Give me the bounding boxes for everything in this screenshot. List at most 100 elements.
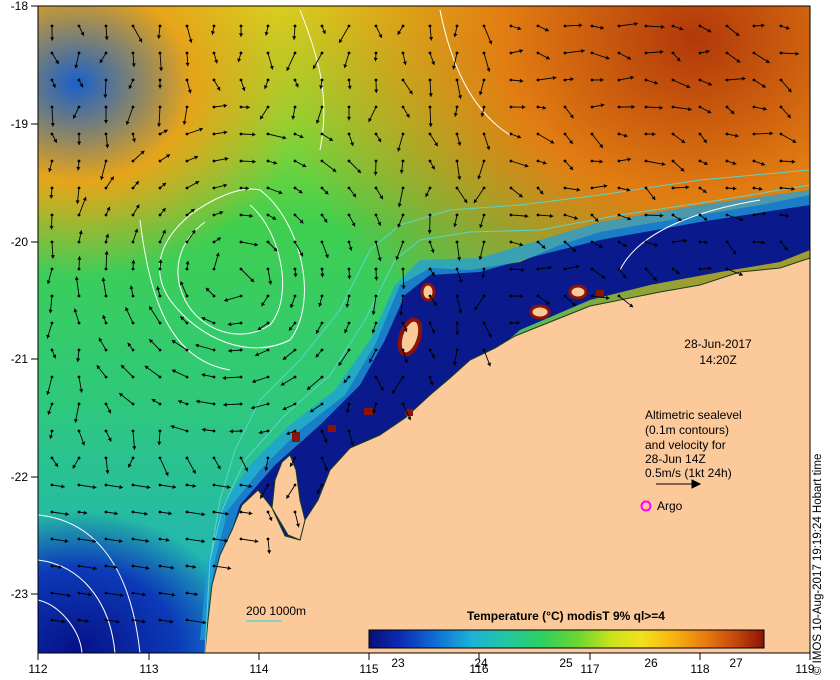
velocity-arrow-base bbox=[428, 78, 432, 82]
velocity-arrow-base bbox=[509, 105, 513, 109]
velocity-arrow-base bbox=[590, 267, 594, 271]
velocity-arrow-base bbox=[131, 402, 135, 406]
velocity-arrow-base bbox=[77, 456, 81, 460]
y-tick-label: -21 bbox=[11, 352, 29, 366]
velocity-arrow-base bbox=[158, 618, 162, 622]
velocity-arrow-base bbox=[50, 294, 54, 298]
date-label: 28-Jun-2017 bbox=[684, 337, 752, 351]
velocity-arrow-base bbox=[563, 186, 567, 190]
velocity-arrow-base bbox=[293, 375, 297, 379]
velocity-arrow-base bbox=[698, 24, 702, 28]
velocity-arrow-base bbox=[509, 321, 513, 325]
velocity-arrow-base bbox=[509, 24, 513, 28]
velocity-arrow-base bbox=[212, 240, 216, 244]
depth-legend: 200 1000m bbox=[246, 604, 306, 618]
velocity-arrow-base bbox=[131, 429, 135, 433]
x-tick-label: 114 bbox=[249, 662, 268, 676]
velocity-arrow-base bbox=[509, 294, 513, 298]
velocity-arrow-base bbox=[293, 483, 297, 487]
velocity-arrow-base bbox=[401, 51, 405, 55]
y-axis bbox=[31, 5, 38, 595]
velocity-arrow-base bbox=[752, 240, 756, 244]
velocity-arrow-base bbox=[374, 213, 378, 217]
velocity-arrow-base bbox=[536, 78, 540, 82]
velocity-arrow-base bbox=[185, 78, 189, 82]
velocity-arrow-base bbox=[158, 78, 162, 82]
velocity-arrow-base bbox=[50, 510, 54, 514]
velocity-arrow-base bbox=[293, 186, 297, 190]
velocity-arrow-base bbox=[77, 402, 81, 406]
credit-text: © IMOS 10-Aug-2017 19:19:24 Hobart time bbox=[812, 453, 824, 675]
velocity-arrow-base bbox=[617, 294, 621, 298]
velocity-arrow-base bbox=[104, 564, 108, 568]
velocity-arrow-base bbox=[482, 132, 486, 136]
velocity-arrow-base bbox=[644, 186, 648, 190]
velocity-arrow-base bbox=[482, 51, 486, 55]
x-axis bbox=[37, 653, 811, 660]
velocity-arrow-base bbox=[104, 402, 108, 406]
velocity-arrow-base bbox=[482, 24, 486, 28]
velocity-arrow-base bbox=[644, 105, 648, 109]
velocity-arrow-base bbox=[212, 348, 216, 352]
velocity-arrow-base bbox=[185, 186, 189, 190]
velocity-arrow-base bbox=[131, 456, 135, 460]
velocity-arrow-base bbox=[509, 159, 513, 163]
velocity-arrow-base bbox=[590, 132, 594, 136]
velocity-arrow-base bbox=[185, 591, 189, 595]
velocity-arrow-base bbox=[482, 78, 486, 82]
velocity-arrow-base bbox=[185, 510, 189, 514]
velocity-arrow-base bbox=[158, 510, 162, 514]
velocity-arrow-base bbox=[347, 51, 351, 55]
velocity-arrow-base bbox=[590, 294, 594, 298]
velocity-arrow-base bbox=[131, 537, 135, 541]
x-tick-label: 112 bbox=[28, 662, 47, 676]
velocity-arrow-base bbox=[239, 105, 243, 109]
velocity-arrow-base bbox=[212, 564, 216, 568]
velocity-arrow-base bbox=[563, 24, 567, 28]
velocity-arrow-base bbox=[104, 375, 108, 379]
velocity-arrow-base bbox=[401, 186, 405, 190]
velocity-arrow-base bbox=[131, 591, 135, 595]
velocity-arrow-base bbox=[320, 132, 324, 136]
velocity-arrow-base bbox=[212, 186, 216, 190]
velocity-arrow-base bbox=[401, 240, 405, 244]
velocity-arrow-base bbox=[590, 186, 594, 190]
velocity-arrow-base bbox=[455, 240, 459, 244]
velocity-arrow-base bbox=[482, 267, 486, 271]
velocity-arrow-base bbox=[77, 564, 81, 568]
velocity-arrow-base bbox=[455, 267, 459, 271]
info-line: and velocity for bbox=[645, 438, 726, 452]
velocity-arrow-base bbox=[671, 267, 675, 271]
y-tick-label: -20 bbox=[11, 235, 29, 249]
velocity-arrow-base bbox=[50, 537, 54, 541]
velocity-arrow-base bbox=[563, 78, 567, 82]
velocity-arrow-base bbox=[293, 159, 297, 163]
velocity-arrow-base bbox=[428, 105, 432, 109]
velocity-arrow-base bbox=[401, 267, 405, 271]
velocity-arrow-base bbox=[482, 186, 486, 190]
velocity-arrow-base bbox=[374, 24, 378, 28]
velocity-arrow-base bbox=[698, 240, 702, 244]
velocity-arrow-base bbox=[347, 267, 351, 271]
velocity-arrow-base bbox=[239, 213, 243, 217]
velocity-arrow-base bbox=[752, 78, 756, 82]
velocity-arrow-base bbox=[50, 321, 54, 325]
velocity-arrow-base bbox=[131, 294, 135, 298]
velocity-arrow-base bbox=[374, 186, 378, 190]
velocity-arrow-base bbox=[374, 105, 378, 109]
velocity-arrow-base bbox=[374, 78, 378, 82]
y-tick-label: -18 bbox=[11, 0, 29, 13]
velocity-arrow-base bbox=[563, 240, 567, 244]
info-line: (0.1m contours) bbox=[645, 423, 729, 437]
velocity-arrow-base bbox=[779, 132, 783, 136]
velocity-arrow-base bbox=[617, 159, 621, 163]
velocity-arrow-base bbox=[50, 51, 54, 55]
velocity-arrow-base bbox=[131, 159, 135, 163]
velocity-arrow-base bbox=[347, 240, 351, 244]
velocity-arrow-base bbox=[131, 105, 135, 109]
velocity-arrow-base bbox=[320, 321, 324, 325]
velocity-arrow-base bbox=[266, 24, 270, 28]
velocity-arrow-base bbox=[77, 78, 81, 82]
x-tick-label: 115 bbox=[359, 662, 378, 676]
velocity-arrow-base bbox=[374, 159, 378, 163]
